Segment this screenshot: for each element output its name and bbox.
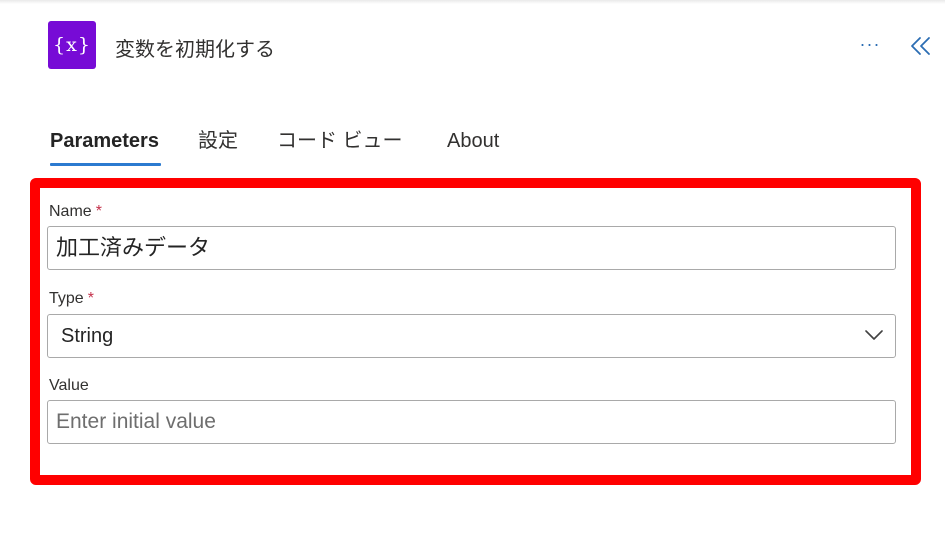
collapse-icon[interactable] [906, 31, 936, 61]
required-mark: * [95, 203, 102, 220]
tab-parameters[interactable]: Parameters [50, 126, 159, 166]
double-chevron-left-icon [911, 37, 930, 55]
top-edge [0, 0, 945, 4]
tab-label: Parameters [50, 130, 159, 152]
type-select[interactable]: String [47, 314, 896, 358]
type-label: Type * [49, 290, 94, 308]
value-label: Value [49, 377, 89, 395]
tab-code-view[interactable]: コード ビュー [277, 126, 403, 166]
tab-settings[interactable]: 設定 [198, 126, 238, 166]
variable-icon-glyph: {x} [53, 34, 91, 56]
page: {x} 変数を初期化する ··· Parameters 設定 コード ビュー A… [0, 0, 945, 543]
chevron-down-icon [865, 330, 883, 340]
tab-about[interactable]: About [447, 126, 499, 166]
tab-label: コード ビュー [277, 130, 403, 152]
tab-label: 設定 [198, 130, 238, 152]
name-label-text: Name [49, 203, 92, 220]
value-input[interactable] [48, 401, 895, 443]
more-label: ··· [859, 33, 881, 54]
action-title[interactable]: 変数を初期化する [115, 33, 275, 62]
more-icon[interactable]: ··· [856, 30, 884, 58]
active-tab-indicator [50, 163, 161, 166]
type-selected-value: String [61, 324, 114, 347]
tab-label: About [447, 130, 500, 152]
required-mark: * [87, 290, 94, 307]
value-label-text: Value [49, 377, 89, 394]
value-field[interactable] [47, 400, 896, 444]
name-label: Name * [49, 203, 102, 221]
name-input[interactable]: 加工済みデータ [47, 226, 896, 270]
variable-icon: {x} [48, 21, 96, 69]
type-label-text: Type [49, 290, 84, 307]
